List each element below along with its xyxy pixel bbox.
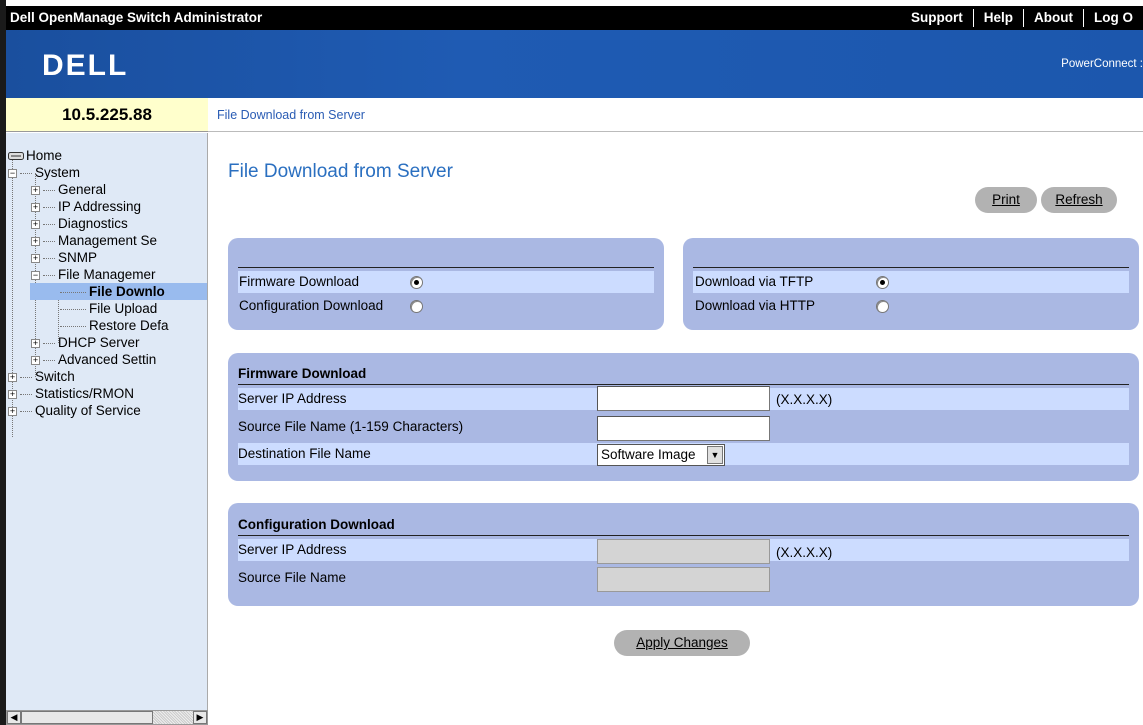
about-link[interactable]: About xyxy=(1023,9,1083,27)
tree-label: SNMP xyxy=(58,250,98,265)
configuration-download-radio[interactable] xyxy=(410,300,423,313)
tree-item-file-management[interactable]: − File Managemer xyxy=(31,266,156,283)
tree-label: Advanced Settin xyxy=(58,352,157,367)
firmware-download-panel: Firmware Download Server IP Address (X.X… xyxy=(228,353,1139,481)
expand-icon[interactable]: + xyxy=(31,338,40,348)
expand-icon[interactable]: + xyxy=(31,236,40,246)
apply-changes-button[interactable]: Apply Changes xyxy=(614,630,750,656)
dell-logo-text: DELL xyxy=(42,50,128,80)
breadcrumb: File Download from Server xyxy=(208,98,1143,132)
configuration-download-header: Configuration Download xyxy=(238,517,395,532)
sidebar-scrollbar[interactable]: ◀ ▶ xyxy=(6,710,208,725)
scrollbar-track[interactable] xyxy=(153,711,193,724)
dell-logo: DELL xyxy=(42,50,128,80)
logout-link[interactable]: Log O xyxy=(1083,9,1143,27)
destination-file-select[interactable]: Software Image ▼ xyxy=(597,444,725,466)
config-server-ip-hint: (X.X.X.X) xyxy=(776,545,833,560)
expand-icon[interactable]: + xyxy=(31,202,40,212)
expand-icon[interactable]: + xyxy=(8,372,17,382)
support-link[interactable]: Support xyxy=(901,9,973,27)
switch-device-icon xyxy=(8,152,24,161)
banner: DELL PowerConnect : xyxy=(6,30,1143,98)
tree-item-management-security[interactable]: + Management Se xyxy=(31,232,157,249)
tree-label: File Managemer xyxy=(58,267,156,282)
firmware-download-radio[interactable] xyxy=(410,276,423,289)
device-ip: 10.5.225.88 xyxy=(6,98,208,132)
app-title: Dell OpenManage Switch Administrator xyxy=(10,10,263,25)
config-source-file-input xyxy=(597,567,770,592)
expand-icon[interactable]: + xyxy=(31,253,40,263)
firmware-server-ip-input[interactable] xyxy=(597,386,770,411)
collapse-icon[interactable]: − xyxy=(8,168,17,178)
tree-item-switch[interactable]: + Switch xyxy=(8,368,75,385)
config-server-ip-input xyxy=(597,539,770,564)
destination-file-name-label: Destination File Name xyxy=(238,446,371,461)
download-method-panel: Download via TFTP Download via HTTP xyxy=(683,238,1139,330)
tree-label: DHCP Server xyxy=(58,335,140,350)
tree-item-home[interactable]: Home xyxy=(8,147,62,164)
tree-label: Diagnostics xyxy=(58,216,128,231)
download-via-tftp-label: Download via TFTP xyxy=(695,274,814,289)
help-link[interactable]: Help xyxy=(972,9,1023,27)
print-button[interactable]: Print xyxy=(975,187,1037,213)
breadcrumb-current[interactable]: File Download from Server xyxy=(217,108,365,122)
scroll-left-icon[interactable]: ◀ xyxy=(7,711,21,724)
config-source-file-label: Source File Name xyxy=(238,570,347,585)
page-title: File Download from Server xyxy=(228,161,453,182)
tree-label: File Downlo xyxy=(89,284,165,299)
scrollbar-thumb[interactable] xyxy=(21,711,153,724)
tree-label: IP Addressing xyxy=(58,199,142,214)
main-content: File Download from Server Print Refresh … xyxy=(208,133,1143,725)
top-links: Support Help About Log O xyxy=(901,6,1143,30)
tree-label: Management Se xyxy=(58,233,158,248)
title-bar: Dell OpenManage Switch Administrator Sup… xyxy=(6,6,1143,30)
tree-label: File Upload xyxy=(89,301,158,316)
tree-label: System xyxy=(35,165,81,180)
destination-file-value: Software Image xyxy=(601,447,696,462)
tree-item-general[interactable]: + General xyxy=(31,181,106,198)
tree-item-diagnostics[interactable]: + Diagnostics xyxy=(31,215,128,232)
tree-label: General xyxy=(58,182,107,197)
tree-item-statistics-rmon[interactable]: + Statistics/RMON xyxy=(8,385,134,402)
config-server-ip-label: Server IP Address xyxy=(238,542,347,557)
firmware-download-header: Firmware Download xyxy=(238,366,367,381)
firmware-download-label: Firmware Download xyxy=(239,274,360,289)
tree-label: Home xyxy=(26,148,63,163)
firmware-source-file-label: Source File Name (1-159 Characters) xyxy=(238,419,464,434)
expand-icon[interactable]: + xyxy=(31,355,40,365)
tree-item-dhcp-server[interactable]: + DHCP Server xyxy=(31,334,140,351)
tree-item-system[interactable]: − System xyxy=(8,164,80,181)
tree-label: Statistics/RMON xyxy=(35,386,135,401)
tree-item-quality-of-service[interactable]: + Quality of Service xyxy=(8,402,141,419)
expand-icon[interactable]: + xyxy=(31,219,40,229)
expand-icon[interactable]: + xyxy=(8,406,17,416)
tree-label: Switch xyxy=(35,369,75,384)
download-type-panel: Firmware Download Configuration Download xyxy=(228,238,664,330)
tree-label: Quality of Service xyxy=(35,403,141,418)
tree-item-restore-defaults[interactable]: Restore Defa xyxy=(60,317,169,334)
firmware-server-ip-hint: (X.X.X.X) xyxy=(776,392,833,407)
tree-item-file-upload[interactable]: File Upload xyxy=(60,300,157,317)
tree-item-ip-addressing[interactable]: + IP Addressing xyxy=(31,198,141,215)
tree-item-snmp[interactable]: + SNMP xyxy=(31,249,97,266)
expand-icon[interactable]: + xyxy=(8,389,17,399)
download-via-tftp-radio[interactable] xyxy=(876,276,889,289)
refresh-button[interactable]: Refresh xyxy=(1041,187,1117,213)
dropdown-arrow-icon[interactable]: ▼ xyxy=(707,446,723,464)
configuration-download-label: Configuration Download xyxy=(239,298,384,313)
expand-icon[interactable]: + xyxy=(31,185,40,195)
tree-item-advanced-settings[interactable]: + Advanced Settin xyxy=(31,351,156,368)
configuration-download-panel: Configuration Download Server IP Address… xyxy=(228,503,1139,606)
firmware-source-file-input[interactable] xyxy=(597,416,770,441)
navigation-tree: Home − System + General + IP Addressing + Di… xyxy=(6,133,208,710)
scroll-right-icon[interactable]: ▶ xyxy=(193,711,207,724)
collapse-icon[interactable]: − xyxy=(31,270,40,280)
product-name: PowerConnect : xyxy=(1061,58,1143,70)
download-via-http-label: Download via HTTP xyxy=(695,298,816,313)
firmware-server-ip-label: Server IP Address xyxy=(238,391,347,406)
tree-item-file-download[interactable]: File Downlo xyxy=(30,283,207,300)
download-via-http-radio[interactable] xyxy=(876,300,889,313)
tree-label: Restore Defa xyxy=(89,318,169,333)
